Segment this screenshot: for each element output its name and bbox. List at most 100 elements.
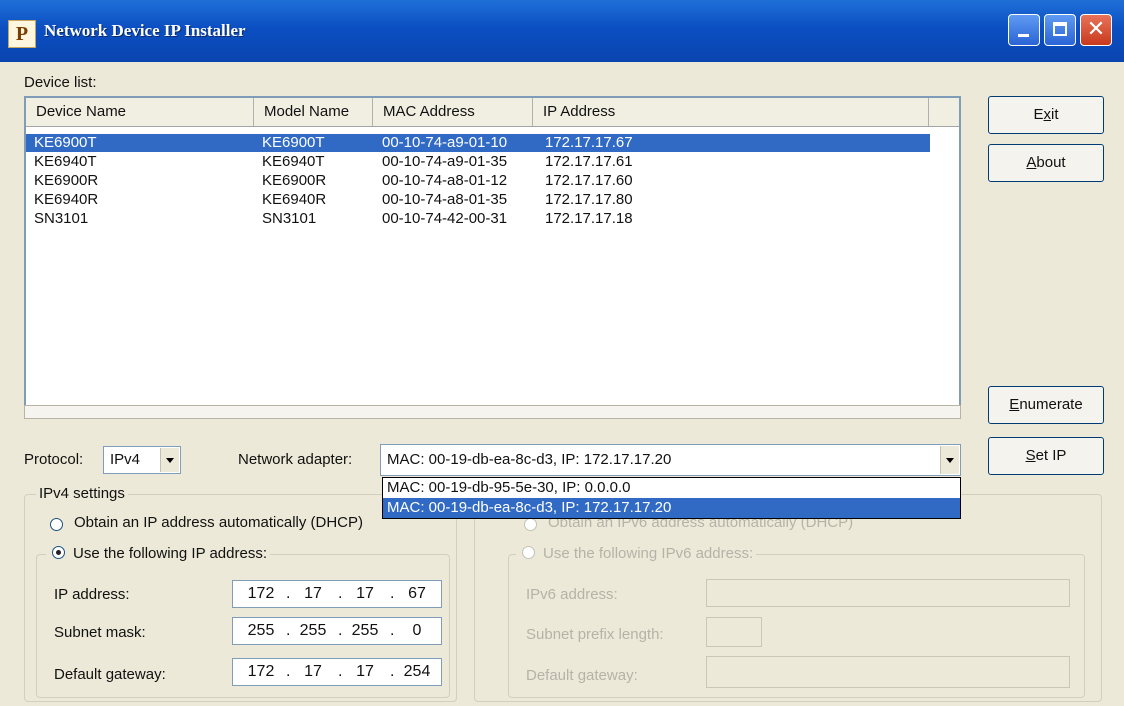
ipv6-static-radio-label[interactable]: Use the following IPv6 address: (543, 545, 753, 562)
protocol-label: Protocol: (24, 451, 84, 468)
exit-label-post: it (1051, 106, 1059, 123)
subnet-mask-label: Subnet mask: (54, 624, 146, 641)
protocol-dropdown-arrow[interactable] (160, 448, 179, 472)
mask-dot: . (338, 622, 343, 639)
exit-button[interactable]: Exit (988, 96, 1104, 134)
network-adapter-label: Network adapter: (238, 451, 353, 468)
window-title: Network Device IP Installer (44, 21, 246, 40)
dropdown-option-selected[interactable]: MAC: 00-19-db-ea-8c-d3, IP: 172.17.17.20 (383, 498, 960, 518)
default-gateway-label: Default gateway: (54, 666, 166, 683)
device-list-label: Device list: (24, 74, 97, 91)
ip-octet-2[interactable]: 17 (293, 581, 333, 607)
ipv6-dhcp-radio[interactable] (524, 518, 537, 531)
dhcp-radio[interactable] (50, 518, 63, 531)
cell-device-name: KE6900R (34, 172, 99, 189)
ipv6-prefix-field[interactable] (706, 617, 762, 647)
minimize-button[interactable] (1008, 14, 1040, 46)
set-ip-label-post: et IP (1035, 447, 1067, 464)
table-row[interactable]: KE6900R KE6900R 00-10-74-a8-01-12 172.17… (26, 172, 930, 190)
cell-mac-address: 00-10-74-a8-01-12 (382, 172, 508, 189)
cell-ip-address: 172.17.17.80 (545, 191, 633, 208)
set-ip-button[interactable]: Set IP (988, 437, 1104, 475)
default-gateway-field[interactable]: 172 . 17 . 17 . 254 (232, 658, 442, 686)
cell-device-name: SN3101 (34, 210, 89, 227)
exit-label-pre: E (1033, 106, 1044, 123)
main-window: P Network Device IP Installer ✕ Device l… (0, 0, 1124, 706)
about-button[interactable]: About (988, 144, 1104, 182)
static-ip-radio-label[interactable]: Use the following IP address: (73, 545, 267, 562)
gateway-octet-1[interactable]: 172 (241, 659, 281, 685)
dropdown-option[interactable]: MAC: 00-19-db-95-5e-30, IP: 0.0.0.0 (383, 478, 960, 498)
mask-octet-1[interactable]: 255 (241, 618, 281, 644)
static-ip-radio[interactable] (52, 546, 65, 559)
about-label-post: bout (1036, 154, 1066, 171)
enumerate-label-post: numerate (1019, 396, 1083, 413)
gateway-dot: . (390, 663, 395, 680)
cell-mac-address: 00-10-74-a9-01-10 (382, 134, 508, 151)
ip-dot: . (390, 585, 395, 602)
cell-model-name: KE6900T (262, 134, 325, 151)
ipv6-prefix-label: Subnet prefix length: (526, 626, 664, 643)
cell-model-name: KE6940T (262, 153, 325, 170)
subnet-mask-field[interactable]: 255 . 255 . 255 . 0 (232, 617, 442, 645)
cell-mac-address: 00-10-74-a8-01-35 (382, 191, 508, 208)
ip-dot: . (338, 585, 343, 602)
ipv6-gateway-field[interactable] (706, 656, 1070, 688)
ip-dot: . (286, 585, 291, 602)
device-list[interactable]: Device Name Model Name MAC Address IP Ad… (24, 96, 961, 408)
maximize-icon (1053, 22, 1067, 36)
ipv6-address-field[interactable] (706, 579, 1070, 607)
static-ip-title: Use the following IP address: (46, 545, 270, 562)
ipv6-static-radio[interactable] (522, 546, 535, 559)
table-row[interactable]: KE6940R KE6940R 00-10-74-a8-01-35 172.17… (26, 191, 930, 209)
about-label-accel: A (1026, 154, 1037, 171)
ip-octet-1[interactable]: 172 (241, 581, 281, 607)
network-adapter-dropdown-arrow[interactable] (940, 446, 959, 474)
network-adapter-select[interactable]: MAC: 00-19-db-ea-8c-d3, IP: 172.17.17.20 (380, 444, 961, 476)
column-header-ip-address[interactable]: IP Address (533, 98, 929, 126)
title-bar[interactable]: P Network Device IP Installer ✕ (0, 0, 1124, 62)
ipv6-address-label: IPv6 address: (526, 586, 618, 603)
ip-octet-3[interactable]: 17 (345, 581, 385, 607)
cell-ip-address: 172.17.17.18 (545, 210, 633, 227)
protocol-value: IPv4 (110, 451, 141, 468)
cell-device-name: KE6900T (34, 134, 97, 151)
cell-ip-address: 172.17.17.60 (545, 172, 633, 189)
mask-dot: . (286, 622, 291, 639)
ip-octet-4[interactable]: 67 (397, 581, 437, 607)
ipv6-static-title: Use the following IPv6 address: (516, 545, 757, 562)
enumerate-button[interactable]: Enumerate (988, 386, 1104, 424)
column-header-filler (929, 98, 959, 126)
dhcp-radio-label[interactable]: Obtain an IP address automatically (DHCP… (74, 514, 363, 531)
ip-address-field[interactable]: 172 . 17 . 17 . 67 (232, 580, 442, 608)
gateway-octet-2[interactable]: 17 (293, 659, 333, 685)
app-icon: P (8, 20, 36, 48)
maximize-button[interactable] (1044, 14, 1076, 46)
gateway-octet-3[interactable]: 17 (345, 659, 385, 685)
exit-label-accel: x (1043, 106, 1052, 123)
mask-octet-4[interactable]: 0 (397, 618, 437, 644)
column-header-mac-address[interactable]: MAC Address (373, 98, 533, 126)
progress-bar (24, 405, 961, 419)
gateway-dot: . (338, 663, 343, 680)
cell-ip-address: 172.17.17.67 (545, 134, 633, 151)
cell-device-name: KE6940T (34, 153, 97, 170)
table-row[interactable]: SN3101 SN3101 00-10-74-42-00-31 172.17.1… (26, 210, 930, 228)
close-button[interactable]: ✕ (1080, 14, 1112, 46)
mask-octet-3[interactable]: 255 (345, 618, 385, 644)
cell-mac-address: 00-10-74-42-00-31 (382, 210, 508, 227)
minimize-icon (1018, 34, 1029, 37)
mask-octet-2[interactable]: 255 (293, 618, 333, 644)
ip-address-label: IP address: (54, 586, 130, 603)
cell-model-name: SN3101 (262, 210, 317, 227)
cell-model-name: KE6900R (262, 172, 327, 189)
set-ip-label-accel: S (1025, 447, 1036, 464)
cell-model-name: KE6940R (262, 191, 327, 208)
table-row[interactable]: KE6940T KE6940T 00-10-74-a9-01-35 172.17… (26, 153, 930, 171)
column-header-model-name[interactable]: Model Name (254, 98, 373, 126)
network-adapter-dropdown-list[interactable]: MAC: 00-19-db-95-5e-30, IP: 0.0.0.0 MAC:… (382, 477, 961, 519)
table-row[interactable]: KE6900T KE6900T 00-10-74-a9-01-10 172.17… (26, 134, 930, 152)
column-header-device-name[interactable]: Device Name (26, 98, 254, 126)
gateway-octet-4[interactable]: 254 (397, 659, 437, 685)
protocol-select[interactable]: IPv4 (103, 446, 181, 474)
